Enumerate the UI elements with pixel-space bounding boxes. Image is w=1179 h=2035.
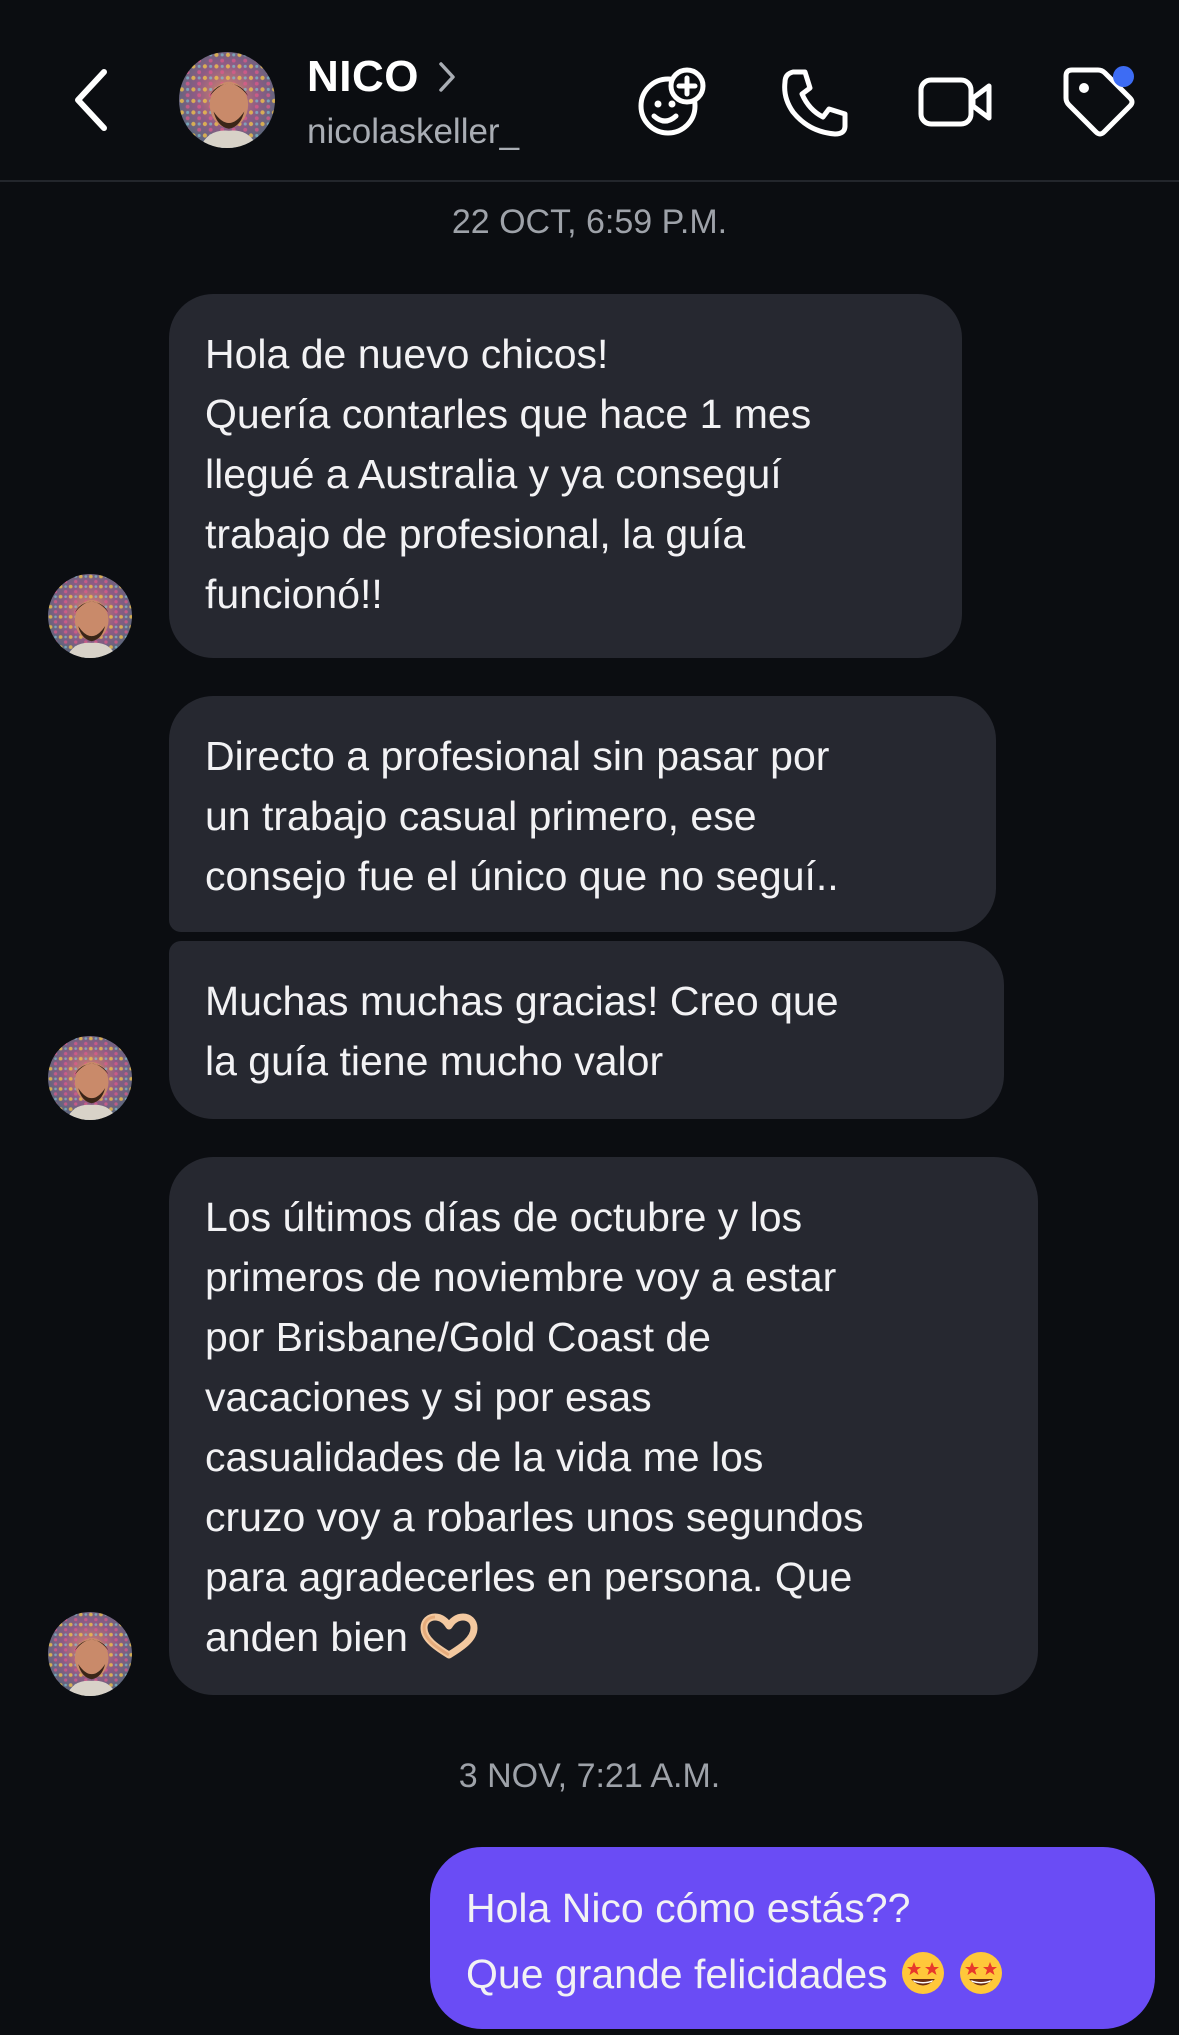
message-line-text: anden bien (205, 1614, 408, 1660)
contact-username[interactable]: nicolaskeller_ (307, 112, 519, 152)
message-line: la guía tiene mucho valor (205, 1038, 664, 1084)
video-camera-icon (918, 77, 992, 127)
message-timestamp: 3 NOV, 7:21 A.M. (458, 1757, 721, 1795)
back-button[interactable] (62, 62, 122, 138)
message-line: para agradecerles en persona. Que (205, 1554, 853, 1600)
contact-name: NICO (307, 52, 419, 101)
incoming-message[interactable]: Los últimos días de octubre y los primer… (169, 1157, 1038, 1695)
message-line: consejo fue el único que no seguí.. (205, 853, 839, 899)
heart-hands-emoji (420, 1613, 478, 1659)
notification-dot (1113, 66, 1134, 87)
message-line: Hola Nico cómo estás?? (466, 1885, 911, 1931)
message-line: casualidades de la vida me los (205, 1434, 764, 1480)
message-line: vacaciones y si por esas (205, 1374, 652, 1420)
star-struck-emoji (959, 1952, 1002, 1994)
message-line: Muchas muchas gracias! Creo que (205, 978, 839, 1024)
message-line: por Brisbane/Gold Coast de (205, 1314, 711, 1360)
contact-avatar[interactable] (179, 52, 275, 148)
message-line: trabajo de profesional, la guía (205, 511, 746, 557)
incoming-message[interactable]: Directo a profesional sin pasar por un t… (169, 696, 996, 932)
call-button[interactable] (775, 62, 855, 142)
sender-avatar[interactable] (48, 574, 132, 658)
incoming-message[interactable]: Muchas muchas gracias! Creo que la guía … (169, 941, 1004, 1119)
contact-name-link[interactable]: NICO (307, 52, 457, 102)
message-line: Hola de nuevo chicos! (205, 331, 609, 377)
message-line: funcionó!! (205, 571, 383, 617)
chat-header: NICO nicolaskeller_ (0, 0, 1179, 182)
message-timestamp: 22 OCT, 6:59 P.M. (451, 203, 728, 241)
message-line: primeros de noviembre voy a estar (205, 1254, 837, 1300)
message-line: un trabajo casual primero, ese (205, 793, 757, 839)
effects-button[interactable] (632, 62, 712, 142)
message-line-last: anden bien (205, 1607, 1002, 1667)
sender-avatar[interactable] (48, 1036, 132, 1120)
phone-icon (782, 69, 848, 137)
message-line: Directo a profesional sin pasar por (205, 733, 830, 779)
star-struck-emoji (901, 1952, 944, 1994)
message-line-text: Que grande felicidades (466, 1951, 888, 1997)
chevron-right-icon (439, 62, 455, 92)
video-call-button[interactable] (915, 62, 995, 142)
message-line: llegué a Australia y ya conseguí (205, 451, 782, 497)
message-line: cruzo voy a robarles unos segundos (205, 1494, 864, 1540)
chevron-left-icon (75, 69, 107, 131)
message-line: Quería contarles que hace 1 mes (205, 391, 812, 437)
sender-avatar[interactable] (48, 1612, 132, 1696)
effects-face-icon (638, 67, 706, 136)
message-line-last: Que grande felicidades (466, 1941, 1119, 2007)
incoming-message[interactable]: Hola de nuevo chicos! Quería contarles q… (169, 294, 962, 658)
outgoing-message[interactable]: Hola Nico cómo estás?? Que grande felici… (430, 1847, 1155, 2029)
message-line: Los últimos días de octubre y los (205, 1194, 803, 1240)
